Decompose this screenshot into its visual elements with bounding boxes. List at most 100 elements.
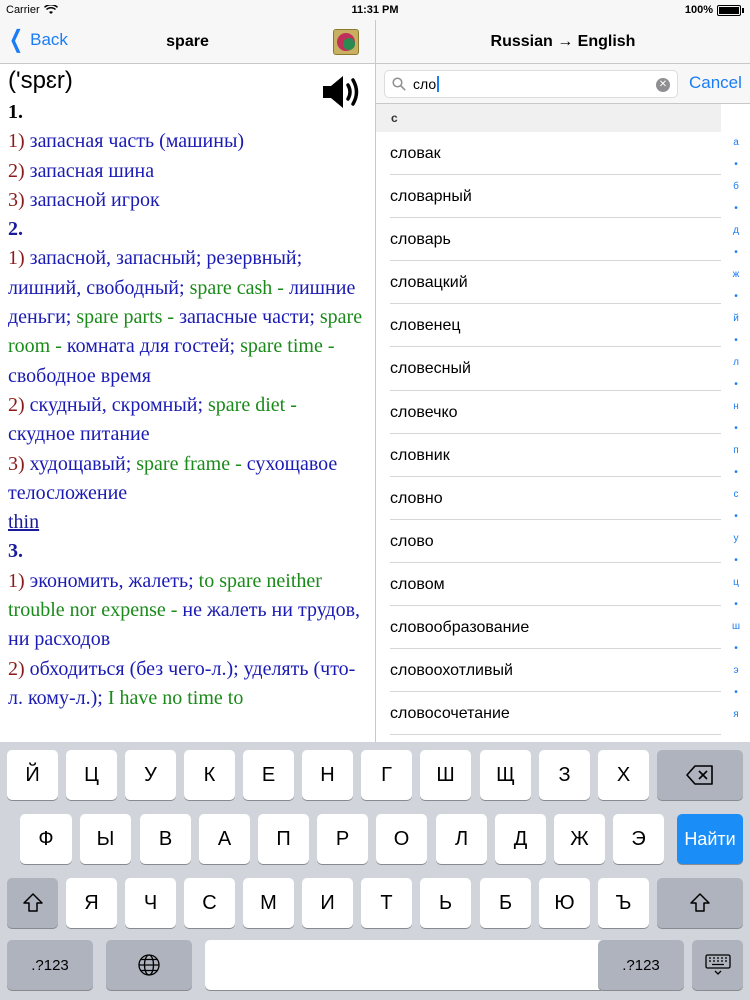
index-letter[interactable]: й <box>733 308 739 330</box>
index-dot[interactable]: • <box>734 638 738 660</box>
globe-key[interactable] <box>106 940 192 990</box>
key[interactable]: Б <box>480 878 531 928</box>
search-go-button[interactable]: Найти <box>677 814 743 864</box>
list-item[interactable]: словник <box>390 434 721 477</box>
index-dot[interactable]: • <box>734 418 738 440</box>
key[interactable]: Т <box>361 878 412 928</box>
index-dot[interactable]: • <box>734 594 738 616</box>
key[interactable]: К <box>184 750 235 800</box>
key[interactable]: Е <box>243 750 294 800</box>
alphabet-index[interactable]: а • б • д • ж • й • л • н • п • с • у • … <box>728 132 744 720</box>
key[interactable]: Ъ <box>598 878 649 928</box>
key[interactable]: Э <box>613 814 664 864</box>
index-letter[interactable]: н <box>733 396 739 418</box>
key[interactable]: Ш <box>420 750 471 800</box>
clear-icon[interactable]: ✕ <box>656 78 670 92</box>
delete-button[interactable] <box>657 750 743 800</box>
key[interactable]: О <box>376 814 427 864</box>
example-link[interactable]: spare cash - <box>190 277 284 299</box>
index-letter[interactable]: я <box>733 704 738 726</box>
list-item[interactable]: словацкий <box>390 261 721 305</box>
index-letter[interactable]: ж <box>733 264 740 286</box>
index-dot[interactable]: • <box>734 286 738 308</box>
speaker-icon[interactable] <box>321 72 365 112</box>
example-link[interactable]: I have no time to <box>108 687 244 709</box>
example-link[interactable]: spare diet - <box>208 394 297 416</box>
example-link[interactable]: spare time - <box>240 335 334 357</box>
index-dot[interactable]: • <box>734 154 738 176</box>
index-letter[interactable]: п <box>733 440 738 462</box>
key[interactable]: Ю <box>539 878 590 928</box>
key[interactable]: Л <box>436 814 487 864</box>
direction-title[interactable]: Russian → English <box>376 33 750 51</box>
list-item[interactable]: словак <box>390 132 721 176</box>
definition-block: 2) скудный, скромный; spare diet - скудн… <box>8 393 297 446</box>
list-item[interactable]: словесный <box>390 347 721 391</box>
keyboard: Й Ц У К Е Н Г Ш Щ З Х Ф Ы В А П Р О Л Д … <box>0 742 750 1000</box>
index-dot[interactable]: • <box>734 550 738 572</box>
index-letter[interactable]: э <box>733 660 738 682</box>
word-list: словак словарный словарь словацкий слове… <box>376 132 721 742</box>
list-item[interactable]: словечко <box>390 391 721 434</box>
index-letter[interactable]: д <box>733 220 739 242</box>
key[interactable]: Щ <box>480 750 531 800</box>
key[interactable]: Ч <box>125 878 176 928</box>
key[interactable]: Ь <box>420 878 471 928</box>
cancel-button[interactable]: Cancel <box>689 73 742 93</box>
key[interactable]: Й <box>7 750 58 800</box>
thin-link[interactable]: thin <box>8 511 39 533</box>
entry-nav-bar: ❮ Back spare <box>0 20 375 64</box>
index-letter[interactable]: л <box>733 352 739 374</box>
key[interactable]: Х <box>598 750 649 800</box>
list-item[interactable]: словосочетание <box>390 692 721 736</box>
list-item[interactable]: словом <box>390 563 721 607</box>
list-item[interactable]: словенец <box>390 304 721 348</box>
example-link[interactable]: spare frame - <box>136 453 242 475</box>
search-input[interactable]: сло ✕ <box>384 70 678 98</box>
index-dot[interactable]: • <box>734 506 738 528</box>
list-item[interactable]: словарный <box>390 175 721 219</box>
key[interactable]: Р <box>317 814 368 864</box>
key[interactable]: Ц <box>66 750 117 800</box>
index-dot[interactable]: • <box>734 462 738 484</box>
key[interactable]: И <box>302 878 353 928</box>
index-dot[interactable]: • <box>734 330 738 352</box>
list-item[interactable]: словарь <box>390 218 721 262</box>
index-letter[interactable]: у <box>734 528 739 550</box>
index-letter[interactable]: с <box>734 484 739 506</box>
space-key[interactable] <box>205 940 605 990</box>
shift-key[interactable] <box>7 878 58 928</box>
key[interactable]: П <box>258 814 309 864</box>
index-letter[interactable]: ц <box>733 572 739 594</box>
key[interactable]: У <box>125 750 176 800</box>
key[interactable]: З <box>539 750 590 800</box>
index-dot[interactable]: • <box>734 242 738 264</box>
key[interactable]: А <box>199 814 250 864</box>
key[interactable]: С <box>184 878 235 928</box>
list-item[interactable]: слово <box>390 520 721 563</box>
key[interactable]: Н <box>302 750 353 800</box>
example-link[interactable]: spare parts - <box>76 306 174 328</box>
index-letter[interactable]: б <box>733 176 739 198</box>
numbers-key-right[interactable]: .?123 <box>598 940 684 990</box>
index-dot[interactable]: • <box>734 198 738 220</box>
key[interactable]: Г <box>361 750 412 800</box>
key[interactable]: Д <box>495 814 546 864</box>
list-item[interactable]: словообразование <box>390 606 721 650</box>
key[interactable]: Ф <box>20 814 72 864</box>
shift-key-right[interactable] <box>657 878 743 928</box>
key[interactable]: М <box>243 878 294 928</box>
list-item[interactable]: словно <box>390 477 721 520</box>
key[interactable]: Я <box>66 878 117 928</box>
hide-keyboard-key[interactable] <box>692 940 743 990</box>
index-dot[interactable]: • <box>734 374 738 396</box>
index-dot[interactable]: • <box>734 682 738 704</box>
key[interactable]: Ы <box>80 814 131 864</box>
dictionary-icon[interactable] <box>333 29 359 55</box>
index-letter[interactable]: ш <box>732 616 740 638</box>
key[interactable]: Ж <box>554 814 605 864</box>
list-item[interactable]: словоохотливый <box>390 649 721 693</box>
numbers-key[interactable]: .?123 <box>7 940 93 990</box>
key[interactable]: В <box>140 814 191 864</box>
index-letter[interactable]: а <box>733 132 739 154</box>
